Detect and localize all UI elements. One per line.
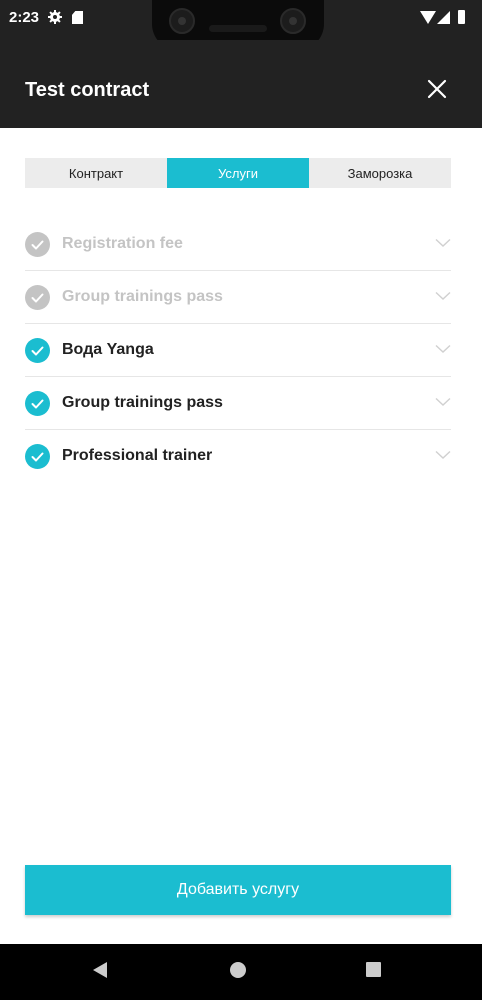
services-list: Registration fee Group trainings pass Во… <box>25 218 451 483</box>
main-content: Контракт Услуги Заморозка Registration f… <box>0 128 482 944</box>
recents-icon[interactable] <box>366 962 381 977</box>
chevron-down-icon <box>435 344 451 353</box>
service-item[interactable]: Group trainings pass <box>25 271 451 324</box>
front-camera-icon <box>169 8 195 34</box>
close-icon[interactable] <box>425 77 449 101</box>
wifi-icon <box>420 11 436 24</box>
chevron-down-icon <box>435 238 451 247</box>
tab-bar: Контракт Услуги Заморозка <box>25 158 451 188</box>
service-label: Group trainings pass <box>62 288 223 305</box>
page-title: Test contract <box>25 79 150 101</box>
check-circle-icon <box>25 391 50 416</box>
chevron-down-icon <box>435 397 451 406</box>
check-circle-icon <box>25 444 50 469</box>
service-label: Вода Yanga <box>62 341 154 358</box>
front-camera-icon <box>280 8 306 34</box>
service-item[interactable]: Вода Yanga <box>25 324 451 377</box>
service-label: Registration fee <box>62 235 183 252</box>
battery-icon <box>458 10 465 24</box>
app-bar: Test contract <box>0 40 482 128</box>
tab-services[interactable]: Услуги <box>167 158 309 188</box>
add-service-button[interactable]: Добавить услугу <box>25 865 451 915</box>
chevron-down-icon <box>435 291 451 300</box>
check-circle-icon <box>25 338 50 363</box>
tab-freeze[interactable]: Заморозка <box>309 158 451 188</box>
system-nav-bar <box>0 944 482 1000</box>
sd-card-icon <box>72 11 83 24</box>
chevron-down-icon <box>435 450 451 459</box>
gear-icon <box>48 10 62 24</box>
tab-contract[interactable]: Контракт <box>25 158 167 188</box>
check-circle-icon <box>25 285 50 310</box>
service-item[interactable]: Registration fee <box>25 218 451 271</box>
service-label: Professional trainer <box>62 447 213 464</box>
status-bar: 2:23 <box>0 0 482 50</box>
service-item[interactable]: Professional trainer <box>25 430 451 483</box>
back-icon[interactable] <box>93 962 107 978</box>
check-circle-icon <box>25 232 50 257</box>
earpiece-speaker <box>209 25 267 32</box>
home-icon[interactable] <box>230 962 246 978</box>
service-label: Group trainings pass <box>62 394 223 411</box>
service-item[interactable]: Group trainings pass <box>25 377 451 430</box>
signal-icon <box>437 11 450 24</box>
status-time: 2:23 <box>9 9 40 26</box>
